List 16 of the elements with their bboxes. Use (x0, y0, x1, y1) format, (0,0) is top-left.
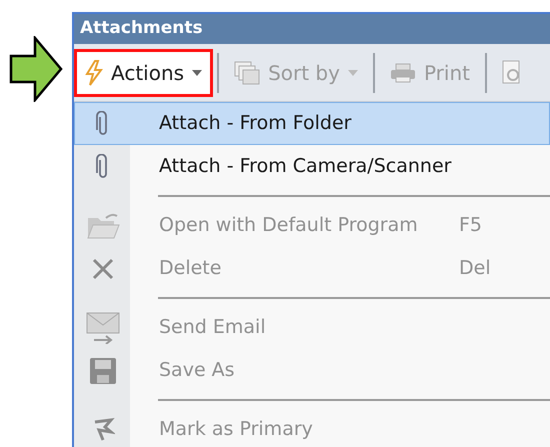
menu-item[interactable]: Attach - From Camera/Scanner (74, 145, 550, 188)
menu-item[interactable]: Attach - From Folder (74, 102, 550, 145)
caret-icon (348, 70, 358, 76)
caret-icon (192, 70, 202, 76)
panel-title: Attachments (80, 17, 203, 40)
envelope-icon (86, 312, 120, 344)
lightning-icon (85, 60, 103, 86)
folder-icon (86, 212, 120, 240)
printer-icon (390, 62, 416, 82)
stacked-pages-icon (234, 60, 260, 84)
close-icon (91, 256, 115, 280)
toolbar-button[interactable]: Actions (74, 48, 214, 96)
paperclip-icon (96, 110, 110, 136)
page-magnifier-icon (502, 60, 522, 86)
paperclip-icon (96, 154, 110, 180)
pointing-arrow-icon (9, 36, 63, 102)
